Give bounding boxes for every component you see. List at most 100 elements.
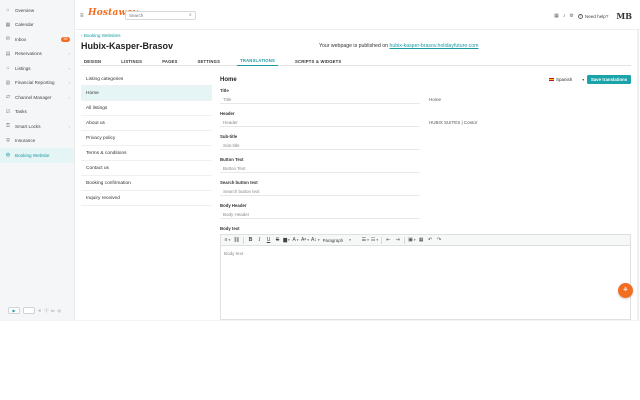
chevron-right-icon: › <box>68 94 70 100</box>
translation-page-list: Listing categories Home All listings About … <box>81 73 212 206</box>
help-link[interactable]: ? Need help? <box>577 13 609 19</box>
search-input[interactable] <box>125 11 196 20</box>
field-label: Button Text <box>220 157 244 162</box>
underline-icon[interactable]: U <box>264 236 273 245</box>
calendar-sync-icon[interactable]: ▦ <box>554 13 559 19</box>
published-url-link[interactable]: hubix-kasper-brasov.holidayfuture.com <box>389 43 478 49</box>
heading-style-icon[interactable]: ≡ ▾ <box>223 236 232 245</box>
sidebar-item-booking-website[interactable]: ◍ Booking Website <box>0 148 74 163</box>
body-text-input[interactable]: Body text <box>221 246 630 261</box>
sidebar-item-listings[interactable]: ⌂ Listings › <box>0 61 74 76</box>
linkedin-icon[interactable]: in <box>51 308 54 313</box>
language-select[interactable]: Spanish ▾ <box>549 77 584 82</box>
tab-design[interactable]: DESIGN <box>81 56 104 66</box>
save-translations-button[interactable]: Save translations <box>587 75 631 84</box>
sidebar: ⌂ Overview ▦ Calendar ✉ Inbox 99 ▤ Reservations ›… <box>0 0 75 320</box>
sidebar-item-label: Smart Locks <box>15 123 41 129</box>
translation-input-sub-title[interactable] <box>220 141 420 150</box>
sidebar-item-calendar[interactable]: ▦ Calendar <box>0 18 74 33</box>
sidebar-item-smart-locks[interactable]: ⚿ Smart Locks › <box>0 119 74 134</box>
italic-icon[interactable]: I <box>255 236 264 245</box>
sidebar-item-label: Inbox <box>15 36 27 42</box>
tasks-icon: ☑ <box>5 108 11 115</box>
page-list-item[interactable]: Listing categories <box>81 73 212 86</box>
redo-icon[interactable]: ↷ <box>435 236 444 245</box>
sidebar-item-financial-reporting[interactable]: ▥ Financial Reporting › <box>0 76 74 91</box>
translation-input-header[interactable] <box>220 118 420 127</box>
language-label: Spanish <box>556 77 573 82</box>
settings-gear-icon[interactable]: ⚙ <box>569 13 573 19</box>
sidebar-item-label: Booking Website <box>15 152 50 158</box>
tab-translations[interactable]: TRANSLATIONS <box>237 56 278 66</box>
help-label: Need help? <box>584 13 609 19</box>
facebook-icon[interactable]: ⓕ <box>44 308 48 314</box>
google-play-icon[interactable]: ▶ <box>8 307 20 314</box>
page-list-item[interactable]: Terms & conditions <box>81 146 212 161</box>
sidebar-nav: ⌂ Overview ▦ Calendar ✉ Inbox 99 ▤ Reservations ›… <box>0 0 74 163</box>
tab-scripts-widgets[interactable]: SCRIPTS & WIDGETS <box>292 56 344 66</box>
translation-input-title[interactable] <box>220 95 420 104</box>
bold-icon[interactable]: B <box>246 236 255 245</box>
topbar-actions: ▦ ♪ ⚙ ? Need help? MB <box>554 11 632 21</box>
tab-pages[interactable]: PAGES <box>159 56 180 66</box>
font-size-icon[interactable]: Aᵃ ▾ <box>300 236 310 245</box>
avatar[interactable]: MB <box>616 11 632 21</box>
sidebar-item-insurance[interactable]: ⛨ Insurance <box>0 134 74 149</box>
chat-icon: ⎈ <box>623 287 628 293</box>
paragraph-style-select[interactable]: Paragraph ▾ <box>321 236 361 245</box>
chevron-right-icon: › <box>68 80 70 86</box>
translation-input-body-header[interactable] <box>220 210 420 219</box>
sidebar-item-tasks[interactable]: ☑ Tasks <box>0 105 74 120</box>
reservations-icon: ▤ <box>5 50 11 57</box>
page-list-item[interactable]: Inquiry received <box>81 191 212 206</box>
top-bar: ≡ Hostaway ⌕ ▦ ♪ ⚙ ? Need help? MB <box>75 0 640 30</box>
twitter-icon[interactable]: ✕ <box>38 308 41 313</box>
page-list-item[interactable]: Privacy policy <box>81 131 212 146</box>
tab-listings[interactable]: LISTINGS <box>118 56 145 66</box>
inbox-icon: ✉ <box>5 36 11 43</box>
channel-manager-icon: ⇄ <box>5 94 11 101</box>
bullet-list-icon[interactable]: ☰ ▾ <box>361 236 370 245</box>
translation-input-search-button-text[interactable] <box>220 187 420 196</box>
page-list-item[interactable]: Home <box>81 86 212 101</box>
page-list-item[interactable]: All listings <box>81 101 212 116</box>
tab-bar: DESIGN LISTINGS PAGES SETTINGS TRANSLATIONS S… <box>81 56 631 66</box>
sidebar-item-channel-manager[interactable]: ⇄ Channel Manager › <box>0 90 74 105</box>
page-list-item[interactable]: About us <box>81 116 212 131</box>
page-scrollbar[interactable] <box>637 30 639 320</box>
support-chat-button[interactable]: ⎈ <box>618 283 633 298</box>
undo-icon[interactable]: ↶ <box>426 236 435 245</box>
sidebar-footer: ▶ ✕ ⓕ in ◎ <box>8 307 61 314</box>
sidebar-item-label: Financial Reporting <box>15 80 55 86</box>
indent-icon[interactable]: ⇥ <box>393 236 402 245</box>
body-text-label: Body text <box>220 226 240 231</box>
breadcrumb[interactable]: ‹ Booking Websites <box>81 33 121 38</box>
app-store-icon[interactable] <box>23 307 35 314</box>
strikethrough-icon[interactable]: S <box>273 236 282 245</box>
menu-icon[interactable]: ≡ <box>80 13 84 19</box>
numbered-list-icon[interactable]: ☷ ▾ <box>370 236 379 245</box>
link-icon[interactable]: ⛓ <box>232 236 241 245</box>
tab-settings[interactable]: SETTINGS <box>195 56 224 66</box>
overview-icon: ⌂ <box>6 7 10 14</box>
outdent-icon[interactable]: ⇤ <box>384 236 393 245</box>
instagram-icon[interactable]: ◎ <box>57 308 61 313</box>
search-icon[interactable]: ⌕ <box>189 12 192 18</box>
smart-locks-icon: ⚿ <box>6 123 10 130</box>
sidebar-item-overview[interactable]: ⌂ Overview <box>0 3 74 18</box>
question-icon: ? <box>577 13 583 19</box>
sidebar-item-inbox[interactable]: ✉ Inbox 99 <box>0 32 74 47</box>
page-list-item[interactable]: Contact us <box>81 161 212 176</box>
background-color-icon[interactable]: ▆ ▾ <box>282 236 291 245</box>
page-list-item[interactable]: Booking confirmation <box>81 176 212 191</box>
media-icon[interactable]: ▣ ▾ <box>407 236 417 245</box>
text-color-icon[interactable]: A ▾ <box>291 236 300 245</box>
notification-bell-icon[interactable]: ♪ <box>563 13 566 19</box>
sidebar-item-label: Overview <box>15 7 35 13</box>
field-label: Header <box>220 111 235 116</box>
sidebar-item-label: Channel Manager <box>15 94 52 100</box>
translation-input-button-text[interactable] <box>220 164 420 173</box>
line-height-icon[interactable]: A↕ ▾ <box>310 236 321 245</box>
sidebar-item-reservations[interactable]: ▤ Reservations › <box>0 47 74 62</box>
table-icon[interactable]: ▦ <box>417 236 426 245</box>
